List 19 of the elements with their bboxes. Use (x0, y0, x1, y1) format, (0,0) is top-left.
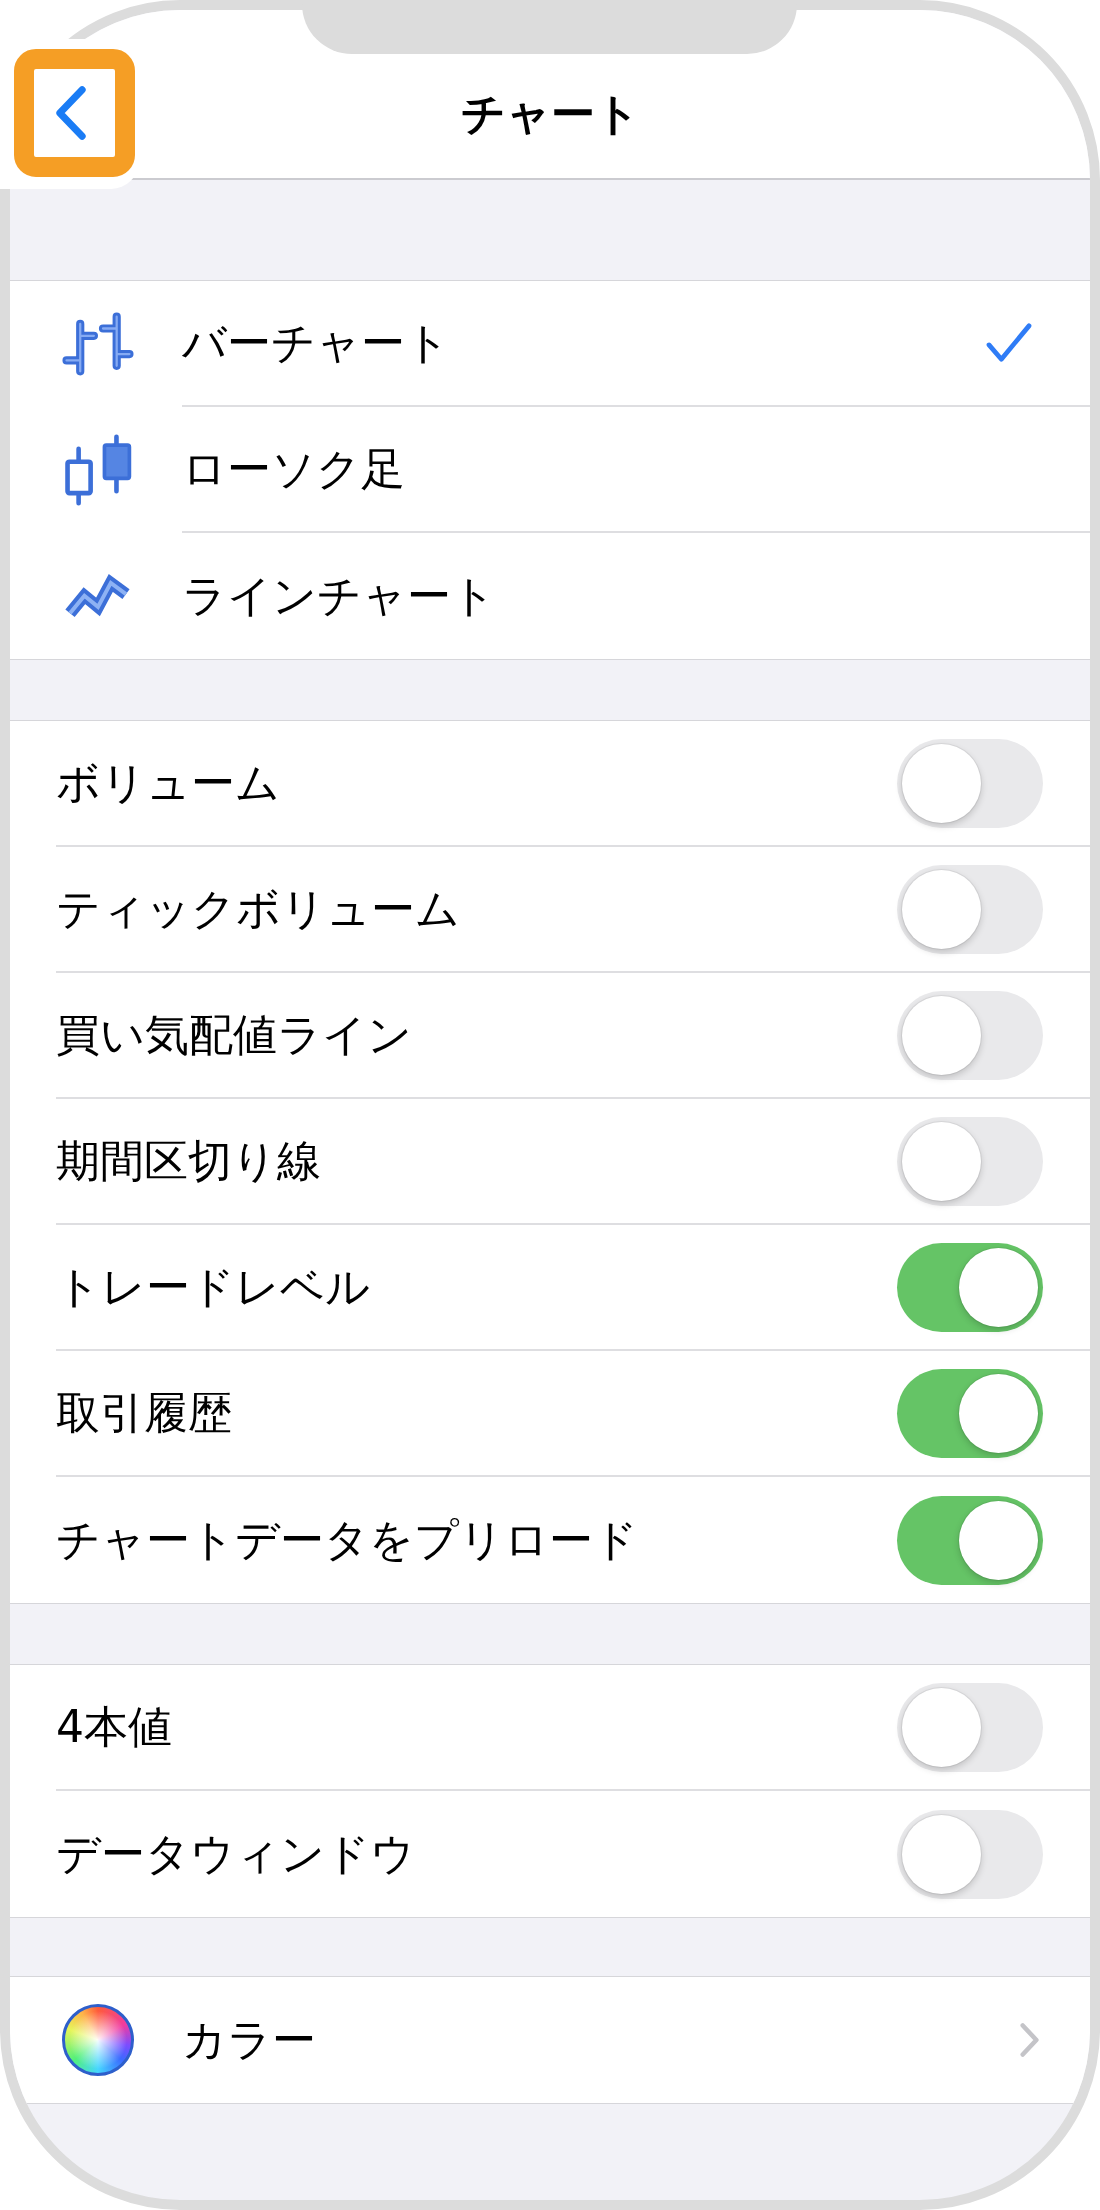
setting-label: 期間区切り線 (56, 1134, 321, 1188)
setting-label: データウィンドウ (56, 1827, 415, 1881)
chart-type-item[interactable]: バーチャート (10, 281, 1090, 407)
back-icon (54, 86, 87, 140)
chart-type-item[interactable]: ラインチャート (10, 533, 1090, 659)
setting-label: トレードレベル (56, 1260, 370, 1314)
setting-label: チャートデータをプリロード (56, 1513, 638, 1567)
color-settings-item[interactable]: カラー (10, 1977, 1090, 2103)
screen-title: チャート (460, 87, 640, 141)
bar-chart-icon (62, 312, 134, 376)
setting-label: 4本値 (56, 1700, 172, 1754)
back-button[interactable] (14, 49, 135, 177)
candlestick-chart-icon (62, 434, 134, 506)
setting-label: ティックボリューム (56, 882, 460, 936)
chart-type-item[interactable]: ローソク足 (10, 407, 1090, 533)
setting-label: 取引履歴 (56, 1386, 232, 1440)
setting-label: ボリューム (56, 756, 280, 810)
setting-label: 買い気配値ライン (56, 1008, 412, 1062)
chevron-right-icon (1020, 2022, 1040, 2058)
